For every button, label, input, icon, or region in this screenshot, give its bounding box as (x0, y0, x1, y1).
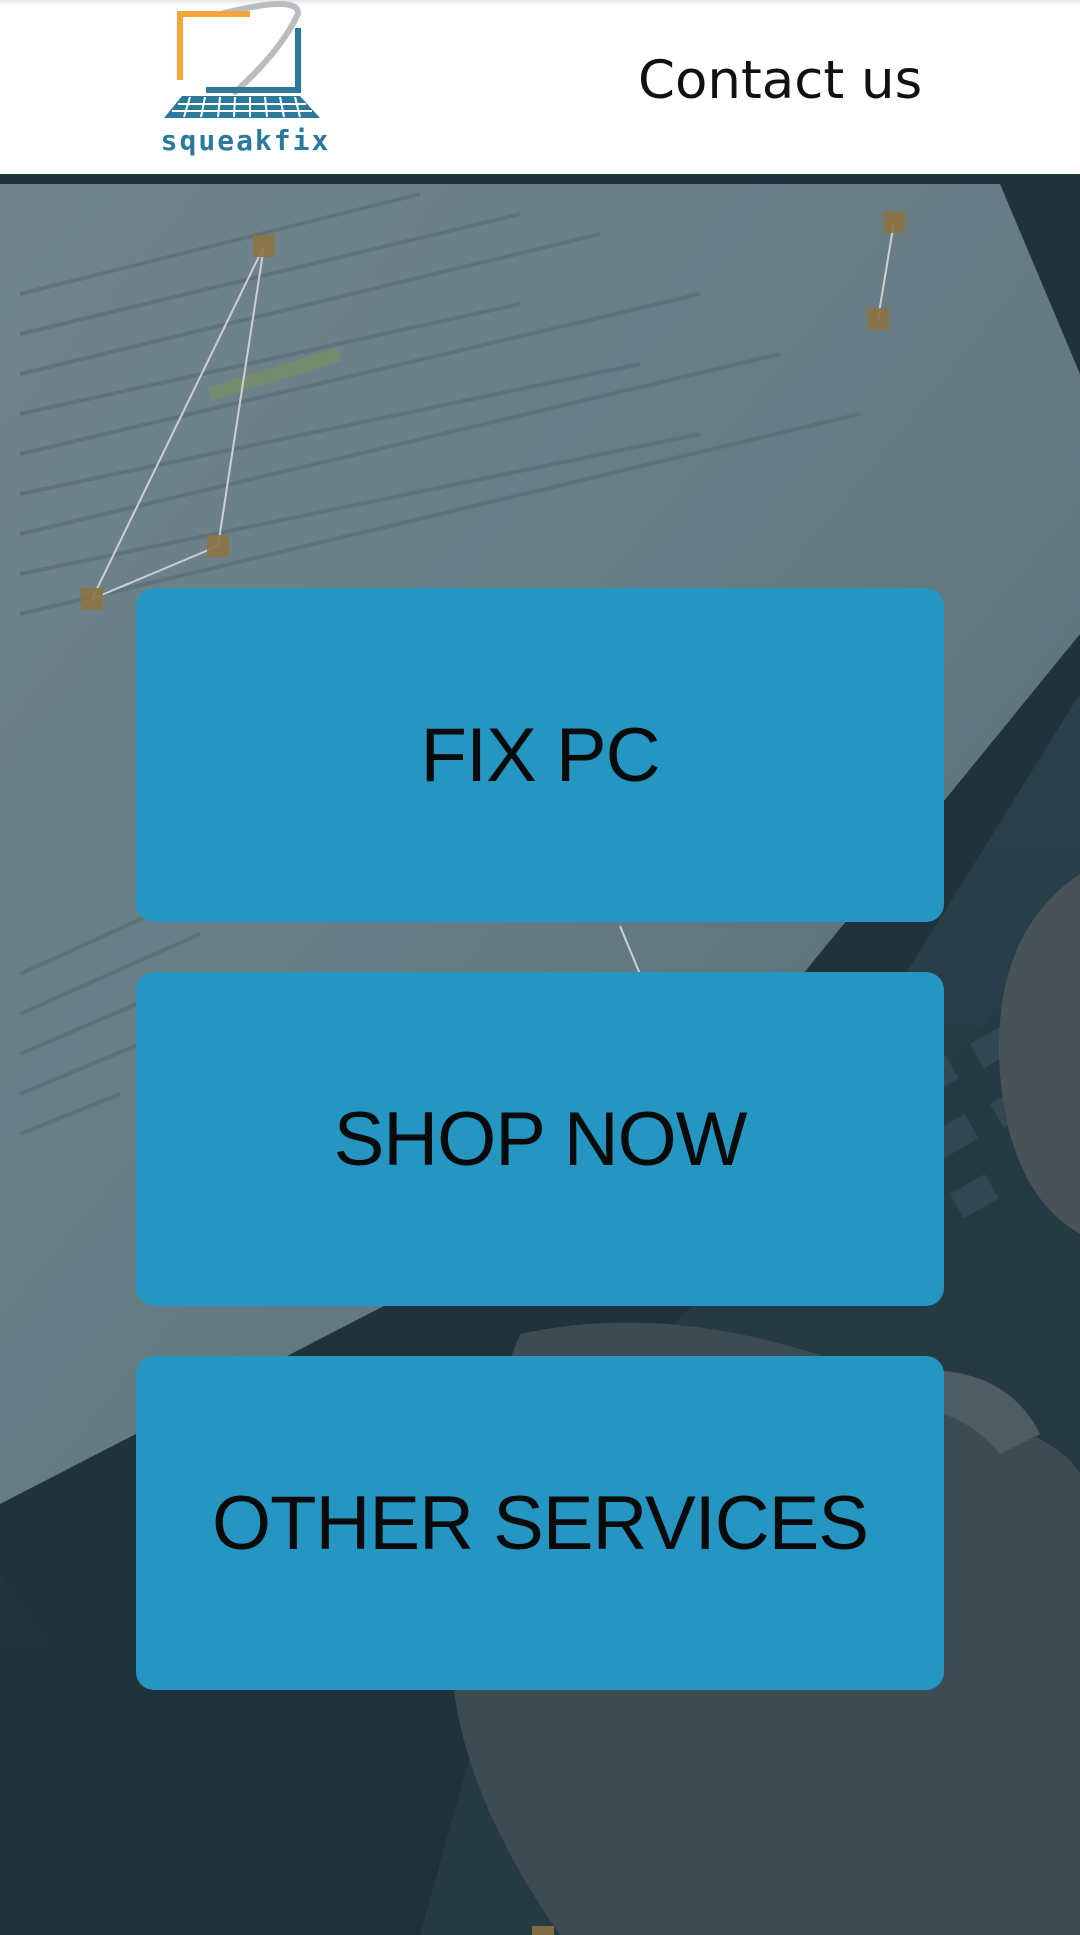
squeakfix-logo[interactable]: squeakfix (150, 0, 340, 165)
shop-now-button[interactable]: SHOP NOW (136, 972, 944, 1306)
contact-us-link[interactable]: Contact us (638, 50, 922, 111)
logo-text: squeakfix (160, 124, 331, 157)
page: squeakfix Contact us FIX PC SHOP NOW OTH… (0, 0, 1080, 1935)
fix-pc-button[interactable]: FIX PC (136, 588, 944, 922)
hero-section: FIX PC SHOP NOW OTHER SERVICES (0, 174, 1080, 1935)
laptop-logo-icon (164, 1, 320, 118)
site-header: squeakfix Contact us (0, 0, 1080, 174)
other-services-button[interactable]: OTHER SERVICES (136, 1356, 944, 1690)
